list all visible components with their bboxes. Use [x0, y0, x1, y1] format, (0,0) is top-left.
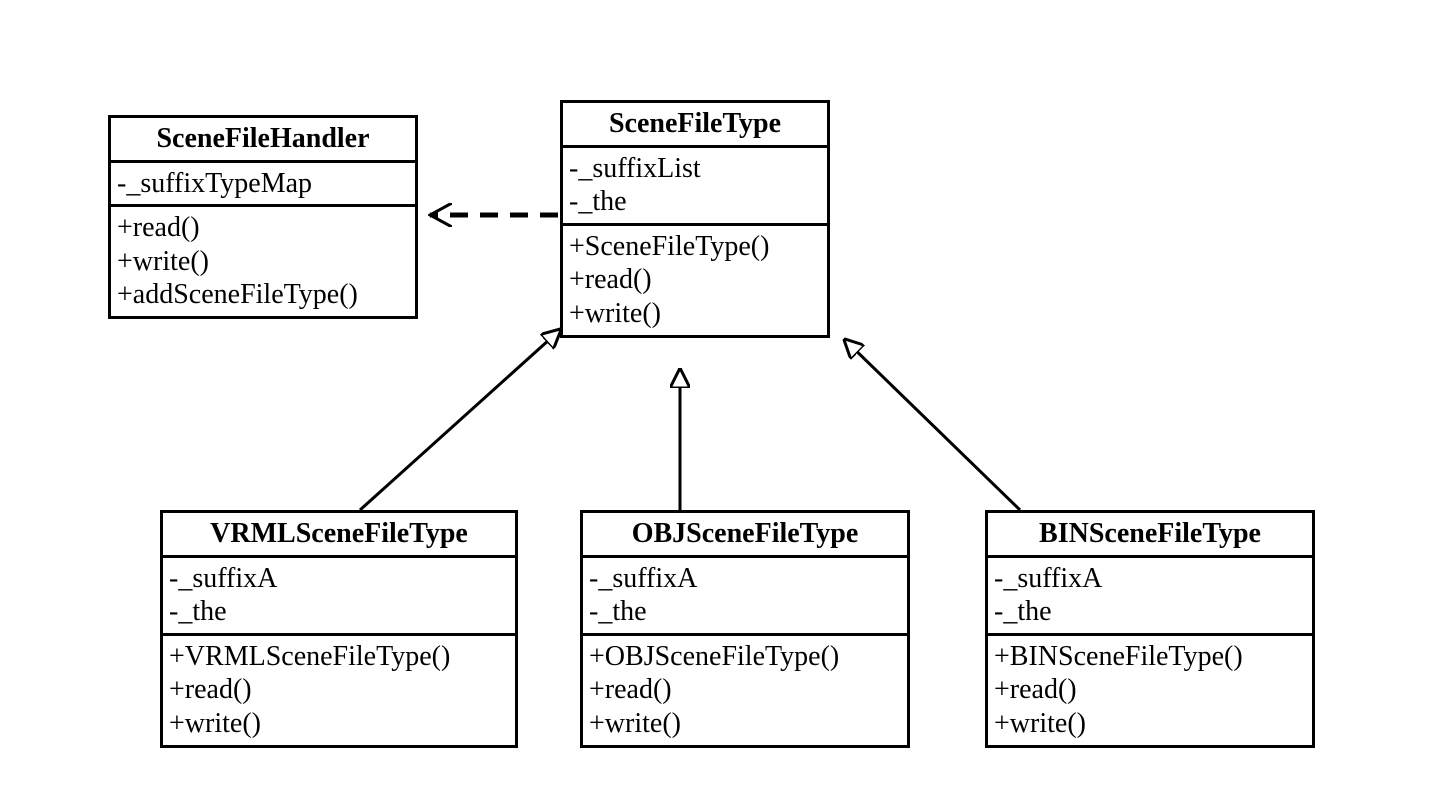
class-operations: +VRMLSceneFileType() +read() +write() — [163, 636, 515, 745]
op: +write() — [117, 245, 409, 279]
attr: -_the — [169, 595, 509, 629]
class-scenefiletype: SceneFileType -_suffixList -_the +SceneF… — [560, 100, 830, 338]
attr: -_suffixA — [169, 562, 509, 596]
op: +write() — [569, 297, 821, 331]
op: +BINSceneFileType() — [994, 640, 1306, 674]
op: +read() — [117, 211, 409, 245]
class-attributes: -_suffixA -_the — [163, 558, 515, 636]
op: +write() — [994, 707, 1306, 741]
class-title: BINSceneFileType — [988, 513, 1312, 558]
attr: -_the — [589, 595, 901, 629]
generalization-vrml — [360, 330, 560, 510]
class-operations: +read() +write() +addSceneFileType() — [111, 207, 415, 316]
op: +write() — [589, 707, 901, 741]
class-attributes: -_suffixA -_the — [988, 558, 1312, 636]
attr: -_suffixA — [589, 562, 901, 596]
attr: -_suffixA — [994, 562, 1306, 596]
op: +read() — [169, 673, 509, 707]
attr: -_suffixList — [569, 152, 821, 186]
class-title: SceneFileHandler — [111, 118, 415, 163]
class-attributes: -_suffixList -_the — [563, 148, 827, 226]
attr: -_the — [994, 595, 1306, 629]
class-scenefilehandler: SceneFileHandler -_suffixTypeMap +read()… — [108, 115, 418, 319]
op: +SceneFileType() — [569, 230, 821, 264]
class-binscenefiletype: BINSceneFileType -_suffixA -_the +BINSce… — [985, 510, 1315, 748]
class-attributes: -_suffixTypeMap — [111, 163, 415, 208]
class-title: VRMLSceneFileType — [163, 513, 515, 558]
op: +read() — [589, 673, 901, 707]
generalization-bin — [845, 340, 1020, 510]
class-operations: +OBJSceneFileType() +read() +write() — [583, 636, 907, 745]
class-title: SceneFileType — [563, 103, 827, 148]
op: +addSceneFileType() — [117, 278, 409, 312]
op: +read() — [994, 673, 1306, 707]
class-operations: +SceneFileType() +read() +write() — [563, 226, 827, 335]
op: +write() — [169, 707, 509, 741]
op: +VRMLSceneFileType() — [169, 640, 509, 674]
attr: -_the — [569, 185, 821, 219]
class-vrmlscenefiletype: VRMLSceneFileType -_suffixA -_the +VRMLS… — [160, 510, 518, 748]
class-title: OBJSceneFileType — [583, 513, 907, 558]
attr: -_suffixTypeMap — [117, 167, 409, 201]
class-operations: +BINSceneFileType() +read() +write() — [988, 636, 1312, 745]
class-attributes: -_suffixA -_the — [583, 558, 907, 636]
op: +OBJSceneFileType() — [589, 640, 901, 674]
class-objscenefiletype: OBJSceneFileType -_suffixA -_the +OBJSce… — [580, 510, 910, 748]
op: +read() — [569, 263, 821, 297]
